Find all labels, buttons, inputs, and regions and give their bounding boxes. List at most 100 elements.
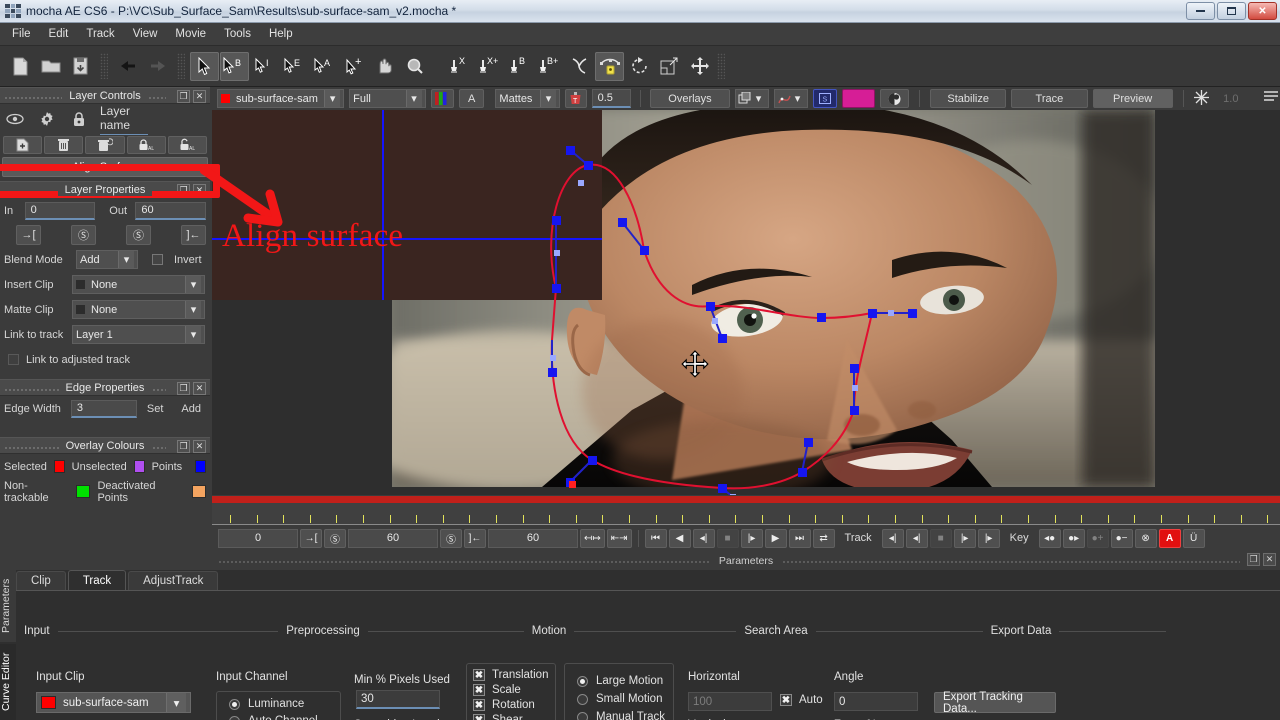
overlay-unselected-swatch[interactable] (133, 460, 145, 473)
auto-key-button[interactable]: A (1158, 528, 1181, 548)
float-panel-icon-5[interactable]: ❐ (1247, 553, 1260, 566)
zoom-tool-icon[interactable] (400, 52, 429, 81)
set-out-icon-2[interactable]: ]← (464, 528, 486, 548)
mode-small-motion[interactable]: Small Motion (565, 687, 673, 705)
preview-button[interactable]: Preview (1092, 89, 1173, 108)
manual-track-radio[interactable] (577, 711, 588, 720)
undo-track-button[interactable]: Ü (1182, 528, 1205, 548)
overlay-nontrackable-swatch[interactable] (76, 485, 91, 498)
clear-in-icon-2[interactable]: Ⓢ (324, 528, 346, 548)
export-tracking-data-button[interactable]: Export Tracking Data... (934, 691, 1056, 715)
quality-combo[interactable]: Full ▾ (349, 89, 426, 108)
edge-width-field[interactable]: 3 (70, 399, 137, 418)
transform-scale[interactable]: ✖ Scale (467, 681, 555, 696)
track-stop-icon[interactable]: ■ (929, 528, 952, 548)
matte-bucket-icon[interactable]: T (565, 89, 587, 108)
angle-field[interactable]: 0 (834, 692, 918, 711)
stop-icon[interactable]: ■ (716, 528, 739, 548)
xspline-tool-icon[interactable]: X (445, 52, 474, 81)
overlay-points-swatch[interactable] (195, 460, 207, 473)
transform-rotation[interactable]: ✖ Rotation (467, 696, 555, 711)
auto-search-checkbox[interactable]: ✖ (780, 694, 792, 706)
rotation-checkbox[interactable]: ✖ (473, 699, 485, 711)
insert-clip-combo[interactable]: None ▾ (72, 275, 205, 294)
clip-selector-combo[interactable]: sub-surface-sam ▾ (217, 89, 345, 108)
clear-out-icon[interactable]: Ⓢ (126, 225, 151, 245)
add-point-tool-icon[interactable]: + (340, 52, 369, 81)
last-frame-icon[interactable]: ⏭ (788, 528, 811, 548)
float-panel-icon-3[interactable]: ❐ (177, 382, 190, 395)
menu-item-file[interactable]: File (3, 25, 40, 43)
surface-combo[interactable]: ▾ (735, 89, 770, 108)
float-panel-icon-2[interactable]: ❐ (177, 184, 190, 197)
transform-shear[interactable]: ✖ Shear (467, 711, 555, 720)
timeline-mid-field[interactable]: 60 (348, 528, 438, 548)
close-panel-icon-5[interactable]: ✕ (1263, 553, 1276, 566)
track-forward-step-icon[interactable]: |▸ (953, 528, 976, 548)
scale-checkbox[interactable]: ✖ (473, 684, 485, 696)
timeline-out-field[interactable]: 60 (488, 528, 578, 548)
menu-item-movie[interactable]: Movie (166, 25, 215, 43)
overlay-deactivated-swatch[interactable] (191, 485, 206, 498)
min-pixels-field[interactable]: 30 (356, 690, 440, 709)
close-panel-icon-2[interactable]: ✕ (193, 184, 206, 197)
set-in-icon[interactable]: →[ (16, 225, 41, 245)
planar-surface-icon[interactable]: S (813, 89, 837, 108)
vertical-tab-curve-editor[interactable]: Curve Editor (0, 644, 16, 720)
move-tool-icon[interactable] (685, 52, 714, 81)
track-forward-icon[interactable]: |▸ (977, 528, 1000, 548)
auto-search-row[interactable]: ✖ Auto (780, 694, 823, 706)
overlays-button[interactable]: Overlays (649, 89, 731, 108)
fit-clip-icon[interactable]: ⇤⇥ (606, 528, 632, 548)
magenta-swatch[interactable] (841, 89, 875, 108)
xspline-add-tool-icon[interactable]: X+ (475, 52, 504, 81)
tab-track[interactable]: Track (67, 570, 127, 590)
invert-checkbox[interactable] (152, 254, 163, 265)
channel-option-auto[interactable]: Auto Channel (217, 710, 340, 720)
delete-all-keys-icon[interactable]: ⊗ (1134, 528, 1157, 548)
mask-icon[interactable] (879, 89, 910, 108)
out-field[interactable]: 60 (135, 201, 207, 220)
unlock-all-icon[interactable]: ALL (167, 136, 208, 154)
timeline-in-field[interactable]: 0 (218, 528, 298, 548)
select-i-tool-icon[interactable]: I (250, 52, 279, 81)
minimize-button[interactable] (1186, 2, 1215, 20)
redo-arrow-icon[interactable] (143, 52, 172, 81)
bezier-add-tool-icon[interactable]: B+ (535, 52, 564, 81)
visibility-eye-icon[interactable] (4, 108, 26, 130)
timeline-ruler[interactable] (212, 503, 1280, 525)
close-panel-icon-4[interactable]: ✕ (193, 440, 206, 453)
delete-layer-icon[interactable] (44, 136, 84, 154)
translation-checkbox[interactable]: ✖ (473, 669, 485, 681)
lock-icon[interactable] (68, 108, 90, 130)
select-a-tool-icon[interactable]: A (310, 52, 339, 81)
channel-option-luminance[interactable]: Luminance (217, 692, 340, 710)
save-project-icon[interactable] (66, 52, 95, 81)
tab-clip[interactable]: Clip (16, 571, 66, 590)
viewer-canvas[interactable]: Align surface (212, 110, 1280, 495)
play-forward-icon[interactable]: ▶ (764, 528, 787, 548)
tab-adjusttrack[interactable]: AdjustTrack (128, 571, 219, 590)
loop-icon[interactable]: ⇄ (812, 528, 835, 548)
maximize-button[interactable] (1217, 2, 1246, 20)
trace-button[interactable]: Trace (1011, 89, 1088, 108)
matte-opacity-field[interactable]: 0.5 (591, 89, 631, 108)
set-in-icon-2[interactable]: →[ (300, 528, 322, 548)
stabilize-button[interactable]: Stabilize (930, 89, 1007, 108)
small-motion-radio[interactable] (577, 693, 588, 705)
edge-set-button[interactable]: Set (147, 403, 164, 415)
mode-manual-track[interactable]: Manual Track (565, 705, 673, 720)
add-layer-icon[interactable] (3, 136, 43, 154)
set-out-icon[interactable]: ]← (181, 225, 206, 245)
align-surface-tool-icon[interactable] (595, 51, 624, 81)
select-b-tool-icon[interactable]: B (220, 51, 249, 81)
close-panel-icon[interactable]: ✕ (193, 90, 206, 103)
mattes-combo[interactable]: Mattes ▾ (495, 89, 561, 108)
in-field[interactable]: 0 (24, 201, 96, 220)
lock-all-icon[interactable]: ALL (126, 136, 166, 154)
brightness-icon[interactable] (1193, 89, 1214, 108)
step-backward-icon[interactable]: ◂| (692, 528, 715, 548)
float-panel-icon-4[interactable]: ❐ (177, 440, 190, 453)
fit-range-icon[interactable]: ↤↦ (580, 528, 605, 548)
select-tool-icon[interactable] (190, 51, 219, 81)
